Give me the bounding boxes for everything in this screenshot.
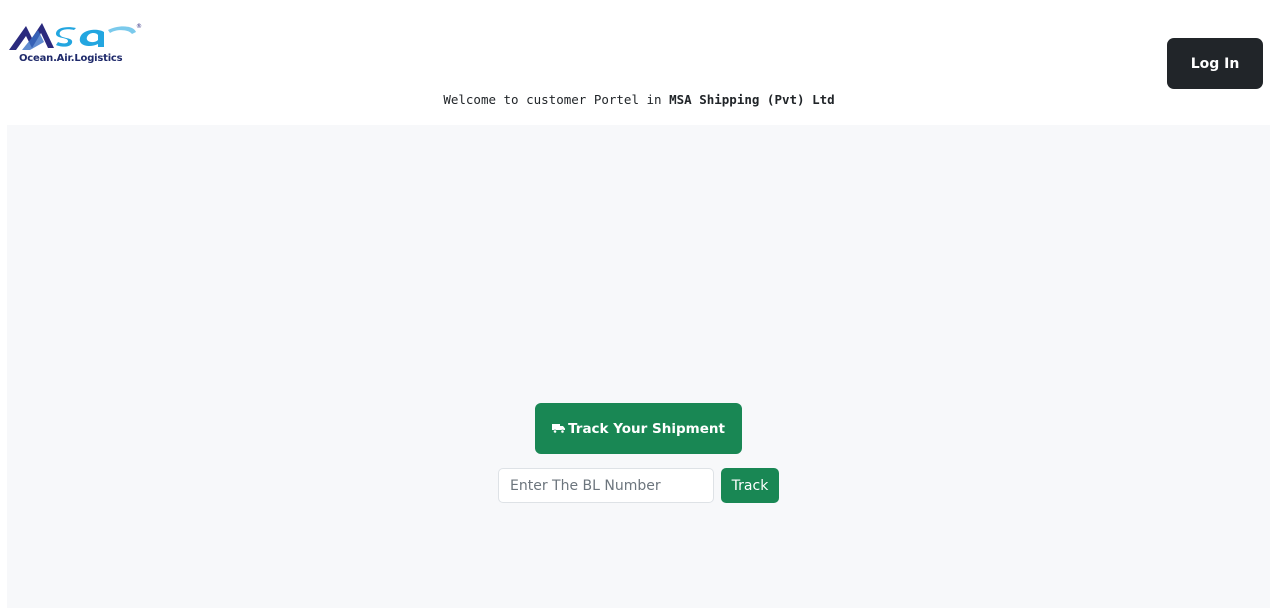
welcome-message: Welcome to customer Portel in MSA Shippi… xyxy=(0,92,1278,107)
welcome-prefix: Welcome to customer Portel in xyxy=(443,92,670,107)
main-panel: Track Your Shipment Track xyxy=(7,125,1270,608)
logo-tagline: Ocean.Air.Logistics xyxy=(19,53,123,64)
msa-logo-graphic: ® xyxy=(9,23,142,50)
header: ® Ocean.Air.Logistics Log In Welcome to … xyxy=(0,0,1278,125)
msa-logo[interactable]: ® Ocean.Air.Logistics xyxy=(8,20,142,68)
login-button[interactable]: Log In xyxy=(1167,38,1263,89)
truck-icon xyxy=(552,423,566,434)
registered-mark: ® xyxy=(136,23,142,30)
company-name: MSA Shipping (Pvt) Ltd xyxy=(669,92,835,107)
bl-number-input[interactable] xyxy=(498,468,714,503)
track-your-shipment-label: Track Your Shipment xyxy=(568,420,725,437)
track-button[interactable]: Track xyxy=(721,468,779,503)
track-your-shipment-button[interactable]: Track Your Shipment xyxy=(535,403,742,454)
